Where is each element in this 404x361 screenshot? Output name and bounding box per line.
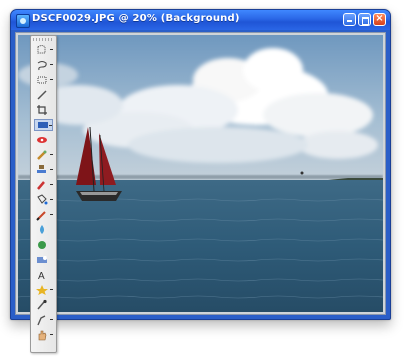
minimize-button[interactable] (343, 13, 356, 26)
red-eye-tool[interactable] (34, 134, 53, 146)
marquee-tool-icon (37, 45, 46, 54)
brush-tool-icon (36, 211, 46, 221)
lasso-tool[interactable] (34, 59, 53, 71)
clone-stamp-tool[interactable] (34, 164, 53, 176)
sea (18, 180, 383, 312)
window-title: DSCF0029.JPG @ 20% (Background) (32, 13, 240, 24)
healing-brush-tool[interactable] (34, 149, 53, 161)
gradient-tool[interactable] (34, 254, 53, 266)
crop-tool[interactable] (34, 104, 53, 116)
eraser-tool[interactable] (34, 179, 53, 191)
close-button[interactable]: × (373, 13, 386, 26)
text-tool-icon: A (38, 271, 45, 281)
text-tool[interactable]: A (34, 269, 53, 281)
paint-bucket-tool[interactable] (34, 194, 53, 206)
svg-text:A: A (38, 271, 45, 281)
close-icon: × (375, 13, 384, 24)
document-canvas-area[interactable] (15, 32, 386, 315)
gradient-tool-icon (37, 256, 47, 263)
eyedropper-tool[interactable] (34, 299, 53, 311)
selection-brush-icon (38, 122, 48, 128)
rectangle-tool[interactable] (34, 74, 53, 86)
hand-tool[interactable] (34, 329, 53, 341)
crop-tool-icon (37, 105, 47, 115)
sponge-tool[interactable] (34, 239, 53, 251)
clone-stamp-icon (37, 165, 46, 173)
eyedropper-tool-icon (37, 299, 47, 310)
blur-tool[interactable] (34, 224, 53, 236)
paint-bucket-icon (37, 194, 48, 205)
pencil-tool[interactable] (34, 89, 53, 101)
minimize-icon (347, 20, 352, 22)
distant-buoy (300, 171, 304, 175)
photo-image[interactable] (18, 35, 383, 312)
palette-grip[interactable] (33, 38, 54, 41)
rectangle-tool-icon (37, 76, 47, 84)
red-eye-tool-icon (37, 137, 47, 143)
eraser-tool-icon (37, 181, 45, 190)
brush-tool[interactable] (34, 209, 53, 221)
document-window: DSCF0029.JPG @ 20% (Background) × (10, 9, 391, 320)
sponge-tool-icon (38, 241, 46, 249)
pencil-tool-icon (37, 90, 47, 100)
hand-tool-icon (38, 330, 47, 341)
maximize-button[interactable] (358, 13, 371, 26)
maximize-icon (362, 17, 369, 25)
lasso-tool-icon (37, 61, 47, 71)
horizon-haze (18, 175, 383, 179)
app-icon (16, 14, 30, 28)
title-bar[interactable]: DSCF0029.JPG @ 20% (Background) × (11, 10, 390, 30)
tool-palette: A (30, 35, 57, 353)
blur-tool-icon (40, 225, 44, 234)
smudge-tool[interactable] (34, 314, 53, 326)
shape-tool[interactable] (34, 284, 53, 296)
shape-tool-icon (36, 285, 48, 295)
smudge-tool-icon (37, 315, 46, 326)
selection-brush-tool[interactable] (34, 119, 53, 131)
healing-brush-icon (37, 150, 47, 160)
marquee-tool[interactable] (34, 44, 53, 56)
